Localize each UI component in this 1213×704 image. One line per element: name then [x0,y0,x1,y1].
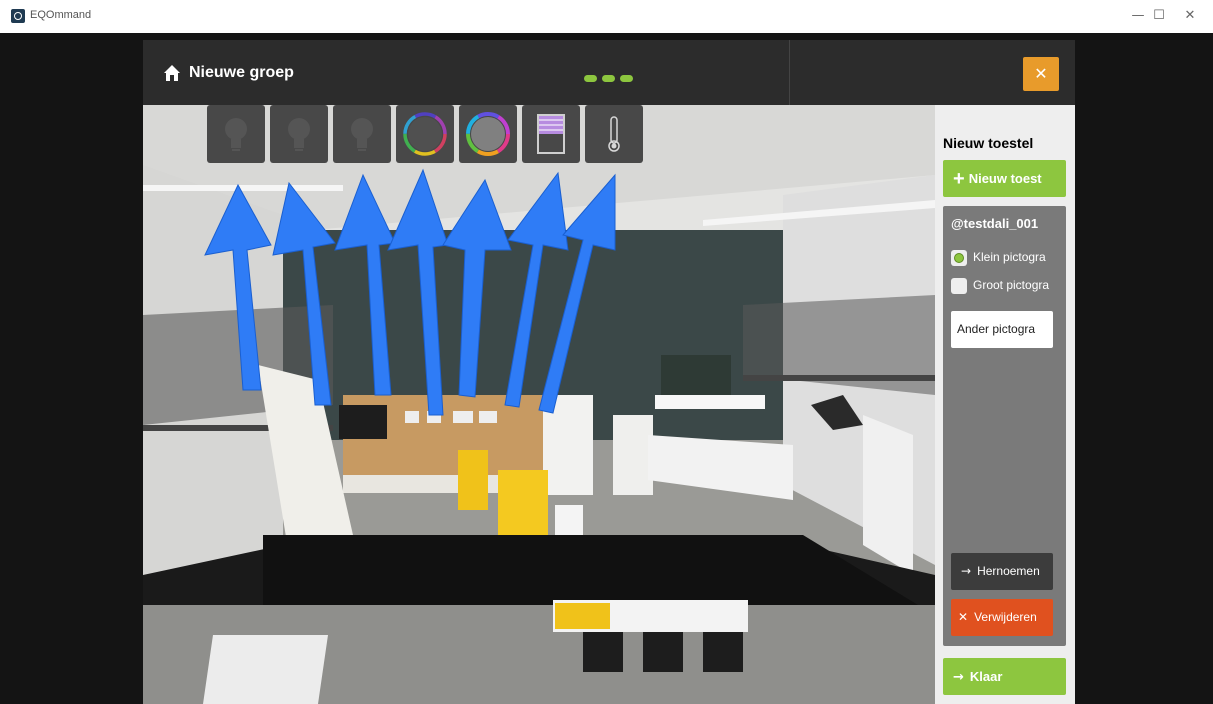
large-icon-label: Groot pictogra [973,278,1050,293]
sidebar-heading: Nieuw toestel [943,135,1034,151]
small-icon-option[interactable]: Klein pictogra [951,250,1046,266]
delete-label: Verwijderen [974,610,1037,624]
done-button[interactable]: → Klaar [943,658,1066,695]
large-icon-option[interactable]: Groot pictogra [951,278,1049,294]
device-name: @testdali_001 [951,216,1039,231]
room-photo-canvas [143,105,935,704]
step-dot [620,75,633,82]
plus-icon: + [953,168,965,190]
new-device-button[interactable]: + Nieuw toest [943,160,1066,197]
bulb-icon[interactable] [207,105,265,163]
bulb-icon[interactable] [270,105,328,163]
rename-button[interactable]: → Hernoemen [951,553,1053,590]
rename-label: Hernoemen [977,564,1040,578]
device-card: @testdali_001 Klein pictogra Groot picto… [943,206,1066,646]
window-close-button[interactable]: ✕ [1175,4,1205,28]
new-device-label: Nieuw toest [968,171,1042,186]
radio-checked-icon [951,250,967,266]
arrow-right-icon: → [961,564,972,578]
home-icon[interactable] [163,64,181,82]
close-panel-button[interactable]: ✕ [1023,57,1059,91]
thermometer-icon[interactable] [585,105,643,163]
step-indicator [584,69,638,82]
delete-button[interactable]: ✕ Verwijderen [951,599,1053,636]
bulb-icon[interactable] [333,105,391,163]
room-photo[interactable] [143,105,935,704]
arrow-right-icon: → [953,670,964,685]
done-label: Klaar [969,669,1003,684]
radio-unchecked-icon [951,278,967,294]
panel-header: Nieuwe groep ✕ [143,40,1075,105]
step-dot [602,75,615,82]
color-ring-icon[interactable] [459,105,517,163]
page-title: Nieuwe groep [189,64,294,81]
shutter-icon[interactable] [522,105,580,163]
color-ring-icon[interactable] [396,105,454,163]
header-divider [789,40,790,105]
other-icon-button[interactable]: Ander pictogra [951,311,1053,348]
small-icon-label: Klein pictogra [973,250,1046,265]
step-dot [584,75,597,82]
device-sidebar: Nieuw toestel + Nieuw toest @testdali_001… [935,105,1075,704]
app-logo-icon [11,9,25,23]
group-editor-panel: Nieuwe groep ✕ Nieuw toestel + Nieuw toe… [143,40,1075,704]
close-icon: ✕ [958,610,969,624]
os-titlebar: EQOmmand — ☐ ✕ [0,0,1213,33]
maximize-button[interactable]: ☐ [1144,4,1174,28]
app-title: EQOmmand [30,9,92,21]
